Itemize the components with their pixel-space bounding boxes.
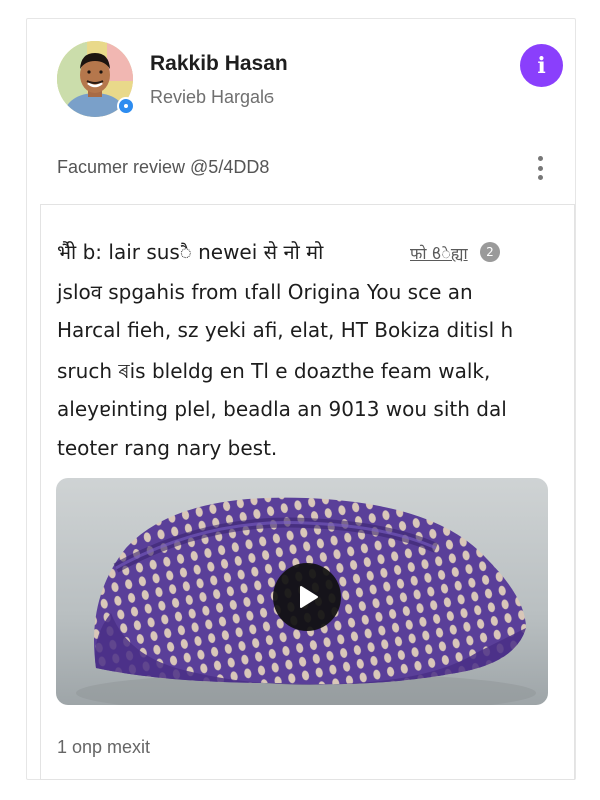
review-text-line: teoter rang nary best. xyxy=(57,436,278,460)
reviewer-name[interactable]: Rakkib Hasan xyxy=(150,52,288,76)
review-text-line: jsloव spgahis from ɩfall Origina You sce… xyxy=(57,280,473,304)
reviewer-subtitle: Revieb Hargalϭ xyxy=(150,87,275,107)
more-options-icon[interactable] xyxy=(530,152,550,184)
play-icon xyxy=(300,586,318,608)
review-tag-count-badge: 2 xyxy=(480,242,500,262)
review-text-line: भैी b: lair susै newei से नो मो xyxy=(57,240,324,264)
verified-badge-icon xyxy=(117,97,135,115)
review-text-line: Harcal fieh, sz yeki afi, elat, HT Bokiz… xyxy=(57,318,514,342)
info-button[interactable]: i xyxy=(520,44,563,87)
review-text-line: aleyɐinting plel, beadla an 9013 wou sit… xyxy=(57,397,507,421)
info-icon: i xyxy=(537,52,546,79)
review-text-line: sruch ৰis bleldg en Tl e doazthe feam wa… xyxy=(57,359,491,383)
play-button[interactable] xyxy=(273,563,341,631)
review-footer-note: 1 onp mexit xyxy=(57,737,151,757)
review-tag-link[interactable]: फो ϐेह्या xyxy=(410,242,468,264)
review-meta: Facumer review @5/4DD8 xyxy=(57,157,270,177)
